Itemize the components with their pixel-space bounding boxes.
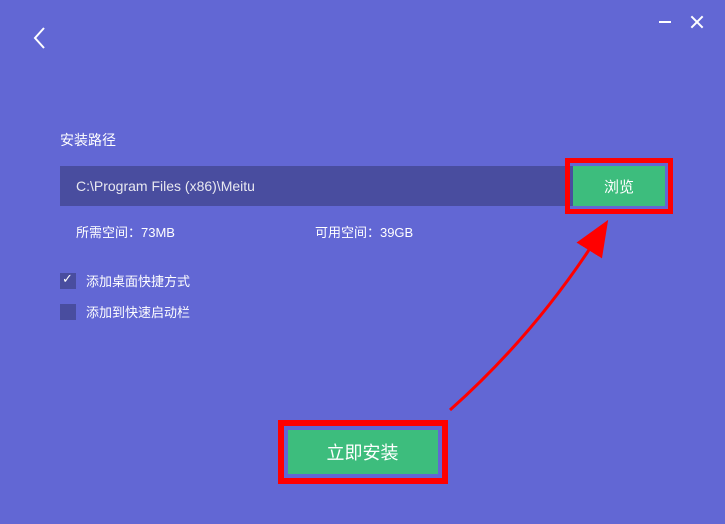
desktop-shortcut-checkbox[interactable]: 添加桌面快捷方式 [60, 271, 665, 290]
install-now-button[interactable]: 立即安装 [288, 430, 438, 474]
chevron-left-icon [32, 26, 46, 50]
browse-button[interactable]: 浏览 [573, 166, 665, 206]
checkbox-icon [60, 304, 76, 320]
checkbox-label: 添加桌面快捷方式 [86, 271, 190, 290]
quick-launch-checkbox[interactable]: 添加到快速启动栏 [60, 302, 665, 321]
install-path-label: 安装路径 [60, 130, 665, 150]
minimize-button[interactable] [657, 14, 673, 30]
available-space-text: 可用空间：39GB [315, 222, 413, 241]
close-button[interactable] [689, 14, 705, 30]
back-button[interactable] [32, 26, 52, 56]
install-path-input[interactable] [60, 166, 573, 206]
required-space-text: 所需空间：73MB [76, 222, 175, 241]
checkbox-icon [60, 273, 76, 289]
checkbox-label: 添加到快速启动栏 [86, 302, 190, 321]
